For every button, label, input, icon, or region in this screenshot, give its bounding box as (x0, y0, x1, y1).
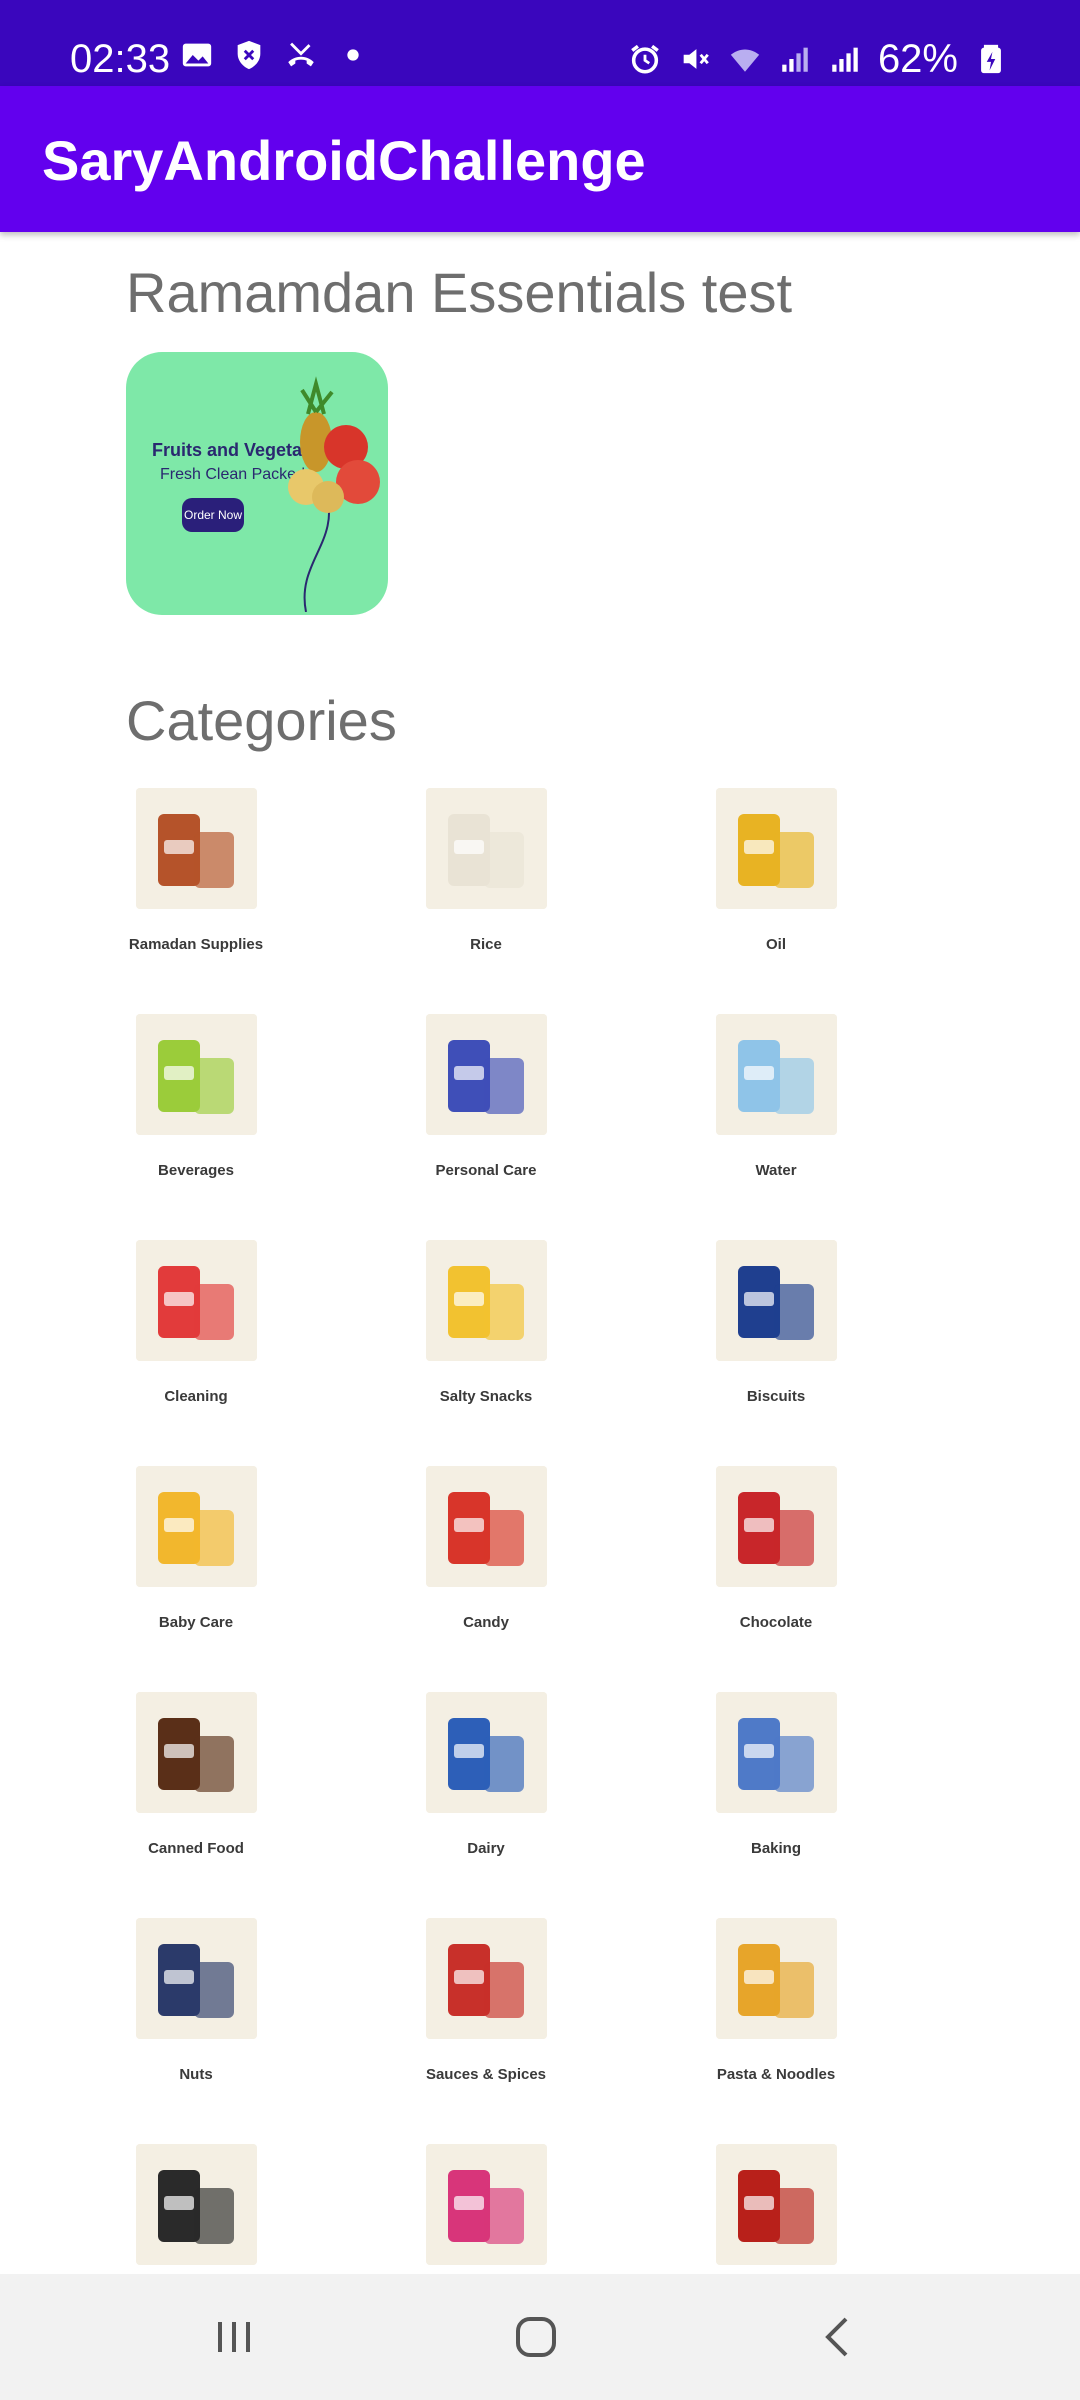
category-item[interactable]: Dairy (366, 1692, 606, 1882)
candy-icon (426, 1466, 547, 1587)
dot-icon (347, 49, 359, 61)
dairy-icon (426, 1692, 547, 1813)
promo-banner[interactable]: Fruits and Vegetables Fresh Clean Packed… (126, 352, 388, 615)
category-item[interactable]: Chocolate (656, 1466, 896, 1656)
wifi-icon (730, 49, 760, 72)
biscuit-pack-icon (716, 1240, 837, 1361)
category-item[interactable]: Ramadan Supplies (76, 788, 316, 978)
dried-fruits-icon (136, 788, 257, 909)
flour-bag-icon (716, 1692, 837, 1813)
category-label: Sauces & Spices (425, 2066, 547, 2083)
detergent-icon (136, 1240, 257, 1361)
category-item[interactable]: Canned Food (76, 1692, 316, 1882)
category-item[interactable]: Water (656, 1014, 896, 1204)
back-icon[interactable] (808, 2307, 868, 2367)
status-right-icons: 62% (628, 34, 1008, 84)
category-item[interactable]: Pasta & Noodles (656, 1918, 896, 2108)
oats-tin-icon (136, 2144, 257, 2265)
chips-bag-icon (426, 1240, 547, 1361)
home-icon[interactable] (506, 2307, 566, 2367)
category-label: Chocolate (739, 1614, 813, 1631)
oil-bottle-icon (716, 788, 837, 909)
category-label: Personal Care (435, 1162, 537, 1179)
status-time: 02:33 (70, 37, 171, 81)
app-title: SaryAndroidChallenge (42, 129, 646, 192)
water-bottle-icon (716, 1014, 837, 1135)
status-left-icons (180, 38, 370, 72)
signal-icon (782, 47, 808, 72)
banner-section-title: Ramamdan Essentials test (126, 261, 793, 324)
category-label: Nuts (179, 2066, 213, 2083)
category-label: Pasta & Noodles (716, 2066, 836, 2083)
snack-pack-icon (426, 2144, 547, 2265)
category-item[interactable]: Oil (656, 788, 896, 978)
missed-call-icon (288, 42, 314, 67)
category-label: Candy (463, 1614, 509, 1631)
category-item[interactable]: Candy (366, 1466, 606, 1656)
category-item[interactable]: Beverages (76, 1014, 316, 1204)
category-label: Baking (750, 1840, 801, 1857)
category-label: Baby Care (158, 1614, 234, 1631)
fruits-illustration (288, 376, 380, 612)
status-bar: 02:33 62% (0, 0, 1080, 86)
rice-bag-icon (426, 788, 547, 909)
system-nav-bar (0, 2274, 1080, 2400)
category-label: Salty Snacks (439, 1388, 533, 1405)
category-item[interactable]: Baby Care (76, 1466, 316, 1656)
shield-icon (237, 40, 261, 70)
category-item[interactable]: Biscuits (656, 1240, 896, 1430)
jar-icon (136, 1692, 257, 1813)
sauce-jar-icon (426, 1918, 547, 2039)
category-item[interactable]: Sauces & Spices (366, 1918, 606, 2108)
category-label: Beverages (158, 1162, 234, 1179)
signal-icon (832, 47, 858, 72)
coffee-jar-icon (716, 2144, 837, 2265)
category-item[interactable]: Baking (656, 1692, 896, 1882)
category-item[interactable]: Rice (366, 788, 606, 978)
nuts-bag-icon (136, 1918, 257, 2039)
battery-level: 62% (877, 37, 958, 81)
category-item[interactable]: Nuts (76, 1918, 316, 2108)
battery-icon (981, 44, 1001, 74)
category-label: Rice (470, 936, 502, 953)
category-label: Dairy (467, 1840, 505, 1857)
care-pack-icon (426, 1014, 547, 1135)
mute-icon (683, 49, 709, 69)
category-item[interactable]: Salty Snacks (366, 1240, 606, 1430)
app-bar: SaryAndroidChallenge (0, 86, 1080, 232)
category-label: Biscuits (746, 1388, 806, 1405)
chocolate-icon (716, 1466, 837, 1587)
alarm-icon (631, 44, 659, 74)
categories-title: Categories (126, 689, 397, 752)
category-item[interactable]: Cleaning (76, 1240, 316, 1430)
banner-order-button[interactable]: Order Now (182, 498, 244, 532)
image-icon (182, 43, 212, 67)
category-label: Canned Food (148, 1840, 244, 1857)
drink-can-icon (136, 1014, 257, 1135)
baby-care-icon (136, 1466, 257, 1587)
category-label: Cleaning (164, 1388, 228, 1405)
category-label: Ramadan Supplies (128, 936, 264, 953)
category-item[interactable]: Personal Care (366, 1014, 606, 1204)
category-label: Oil (765, 936, 786, 953)
recents-icon[interactable] (204, 2307, 264, 2367)
category-label: Water (755, 1162, 797, 1179)
noodles-icon (716, 1918, 837, 2039)
